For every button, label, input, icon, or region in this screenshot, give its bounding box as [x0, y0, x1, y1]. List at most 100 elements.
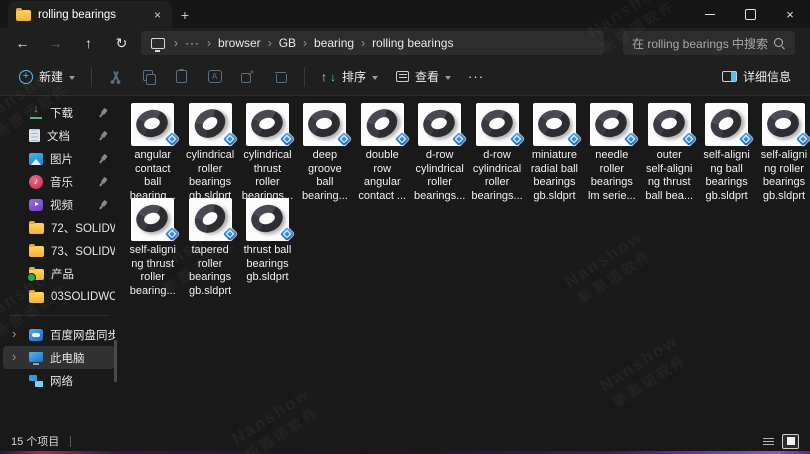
solidworks-badge-icon — [223, 132, 237, 146]
command-bar: 新建 ↑↓ 排序 查看 ··· 详细信息 — [0, 58, 810, 96]
bearing-preview — [133, 201, 171, 236]
breadcrumb-overflow-button[interactable]: ··· — [185, 36, 200, 50]
file-item[interactable]: miniatureradial ballbearingsgb.sldprt — [526, 103, 583, 198]
this-pc-icon[interactable] — [151, 38, 165, 49]
solidworks-badge-icon — [682, 132, 696, 146]
sidebar-item-icon — [29, 106, 43, 119]
sidebar-item-label: 百度网盘同步空 — [50, 327, 115, 343]
bearing-preview — [650, 106, 688, 141]
view-label: 查看 — [415, 68, 439, 85]
sidebar-item-label: 72、SOLIDWO — [51, 220, 115, 236]
forward-button[interactable]: → — [39, 35, 72, 51]
share-button[interactable] — [231, 63, 264, 91]
sidebar-item-icon — [29, 129, 40, 142]
clipboard-icon — [176, 70, 187, 83]
sidebar-item-icon — [29, 246, 44, 257]
rename-button[interactable] — [198, 63, 231, 91]
sldprt-thumbnail — [246, 103, 289, 146]
back-button[interactable]: ← — [6, 35, 39, 51]
sidebar-item[interactable]: 网络 — [3, 369, 115, 392]
sidebar-item[interactable]: 73、SOLIDWO — [3, 239, 115, 262]
sidebar-item[interactable]: 图片 — [3, 147, 115, 170]
file-item[interactable]: d-rowcylindricalrollerbearings... — [468, 103, 525, 198]
sldprt-thumbnail — [131, 103, 174, 146]
sidebar-item-label: 文档 — [47, 128, 94, 144]
sidebar-scrollbar[interactable] — [114, 340, 117, 382]
file-item[interactable]: deepgrooveballbearing... — [296, 103, 353, 198]
search-box[interactable]: 在 rolling bearings 中搜索 — [623, 31, 795, 55]
sidebar-item[interactable]: 此电脑 — [3, 346, 115, 369]
paste-button[interactable] — [165, 63, 198, 91]
tab-close-icon[interactable]: × — [151, 8, 164, 22]
file-item[interactable]: self-aligning ballbearingsgb.sldprt — [698, 103, 755, 198]
sidebar-item-icon — [29, 153, 43, 165]
delete-button[interactable] — [264, 63, 297, 91]
bearing-preview — [592, 106, 630, 141]
expander-chevron-icon[interactable] — [12, 349, 16, 364]
search-icon[interactable] — [773, 37, 786, 50]
sort-button[interactable]: ↑↓ 排序 — [312, 63, 387, 91]
close-button[interactable]: × — [770, 0, 810, 28]
sldprt-thumbnail — [131, 198, 174, 241]
breadcrumb-item[interactable]: bearing — [314, 36, 354, 50]
up-button[interactable]: ↑ — [72, 35, 105, 51]
sidebar-item-icon — [29, 269, 44, 280]
large-icons-view-button[interactable] — [782, 434, 799, 449]
chevron-down-icon — [445, 76, 451, 80]
breadcrumb-item[interactable]: browser — [218, 36, 261, 50]
cut-button[interactable] — [99, 63, 132, 91]
more-options-button[interactable]: ··· — [460, 69, 492, 84]
new-tab-button[interactable]: + — [172, 1, 198, 28]
bearing-preview — [248, 106, 286, 141]
file-item[interactable]: thrust ballbearingsgb.sldprt — [239, 198, 296, 293]
file-item[interactable]: d-rowcylindricalrollerbearings... — [411, 103, 468, 198]
status-bar: 15 个项目 — [0, 431, 810, 451]
minimize-button[interactable] — [690, 0, 730, 28]
sidebar-item-icon — [29, 223, 44, 234]
view-icon — [396, 71, 409, 82]
new-button[interactable]: 新建 — [10, 63, 84, 91]
file-item[interactable]: angularcontactballbearing... — [124, 103, 181, 198]
details-pane-button[interactable]: 详细信息 — [713, 63, 800, 91]
file-name: self-aligning rollerbearingsgb.sldprt — [754, 149, 810, 203]
sidebar-item-icon — [29, 329, 43, 341]
sidebar-system-group: 百度网盘同步空此电脑网络 — [0, 323, 118, 392]
file-item[interactable]: self-aligning rollerbearingsgb.sldprt — [755, 103, 810, 198]
details-view-button[interactable] — [760, 434, 777, 449]
breadcrumb[interactable]: ··· browser GB bearing rolling bearings — [141, 31, 604, 55]
copy-button[interactable] — [132, 63, 165, 91]
bearing-preview — [133, 106, 171, 141]
maximize-button[interactable] — [730, 0, 770, 28]
breadcrumb-item[interactable]: GB — [279, 36, 296, 50]
sidebar-item[interactable]: 下载 — [3, 101, 115, 124]
sidebar-item[interactable]: 音乐 — [3, 170, 115, 193]
address-bar: ← → ↑ ↻ ··· browser GB bearing rolling bear… — [0, 28, 810, 58]
file-item[interactable]: cylindricalthrustrollerbearings... — [239, 103, 296, 198]
solidworks-badge-icon — [223, 227, 237, 241]
breadcrumb-item[interactable]: rolling bearings — [372, 36, 453, 50]
view-button[interactable]: 查看 — [387, 63, 460, 91]
new-label: 新建 — [39, 68, 63, 85]
solidworks-badge-icon — [280, 227, 294, 241]
bearing-preview — [307, 108, 342, 139]
sidebar-item[interactable]: 百度网盘同步空 — [3, 323, 115, 346]
solidworks-badge-icon — [280, 132, 294, 146]
file-item[interactable]: needlerollerbearingslm serie... — [583, 103, 640, 198]
file-item[interactable]: doublerowangularcontact ... — [354, 103, 411, 198]
sldprt-thumbnail — [648, 103, 691, 146]
sldprt-thumbnail — [246, 198, 289, 241]
file-item[interactable]: cylindricalrollerbearingsgb.sldprt — [181, 103, 238, 198]
sidebar-item[interactable]: 03SOLIDWORK — [3, 285, 115, 308]
pin-icon — [96, 174, 110, 188]
sidebar-item[interactable]: 产品 — [3, 262, 115, 285]
refresh-button[interactable]: ↻ — [105, 35, 138, 52]
breadcrumb-chevron-icon — [268, 36, 272, 50]
explorer-tab[interactable]: rolling bearings × — [8, 1, 172, 28]
file-item[interactable]: outerself-aligning thrustball bea... — [641, 103, 698, 198]
sidebar-item[interactable]: 文档 — [3, 124, 115, 147]
sidebar-item[interactable]: 视频 — [3, 193, 115, 216]
expander-chevron-icon[interactable] — [12, 326, 16, 341]
sidebar-item[interactable]: 72、SOLIDWO — [3, 216, 115, 239]
file-item[interactable]: taperedrollerbearingsgb.sldprt — [181, 198, 238, 293]
file-item[interactable]: self-aligning thrustrollerbearing... — [124, 198, 181, 293]
